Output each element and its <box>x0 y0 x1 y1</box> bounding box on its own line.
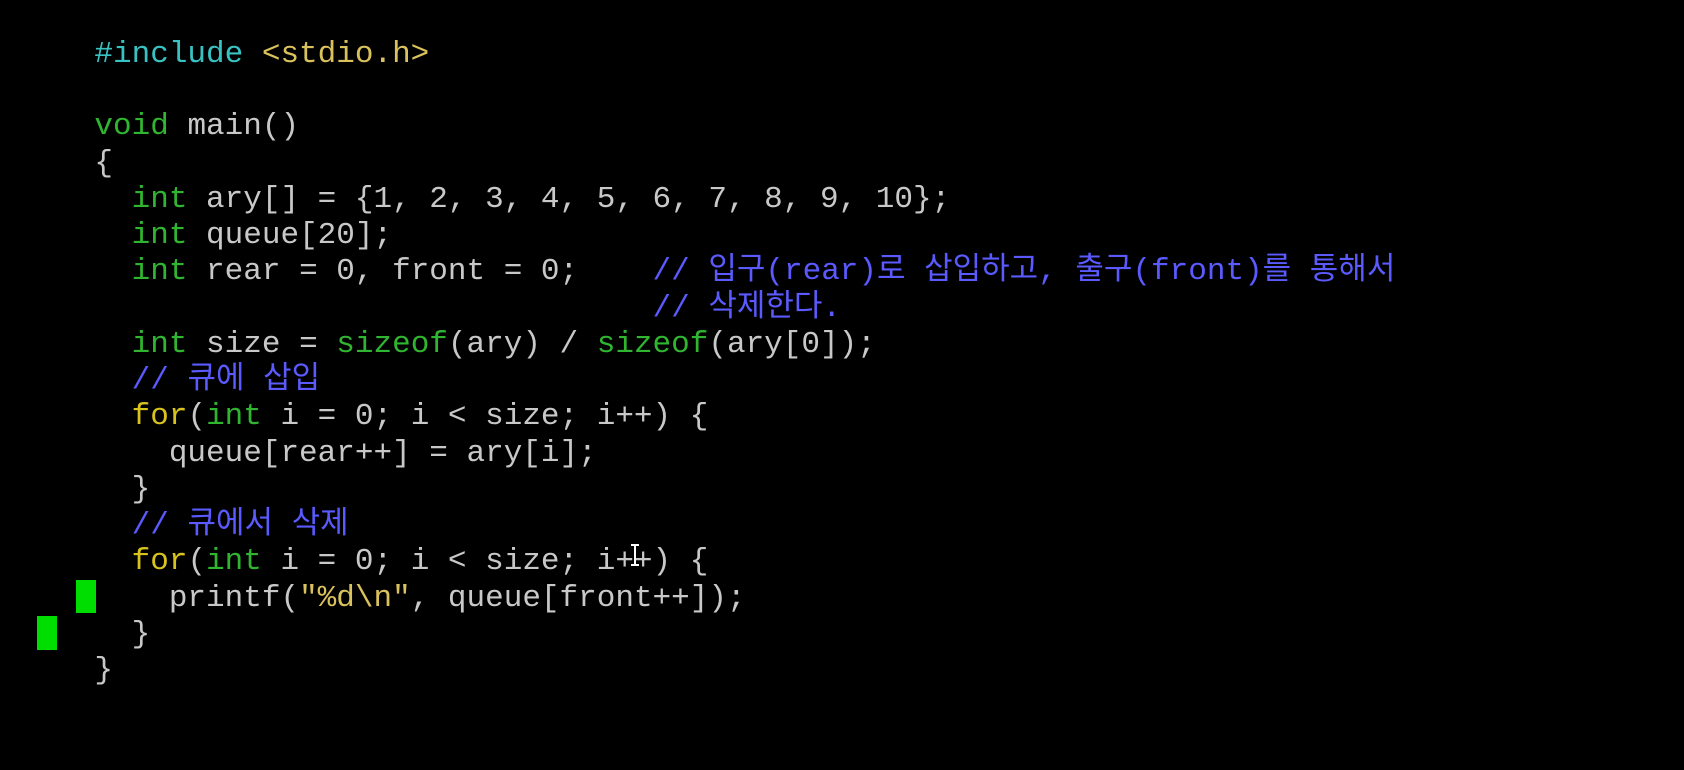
code-line-3: void main() <box>20 68 299 144</box>
code-text: main() <box>168 109 300 144</box>
code-line-10: // 큐에 삽입 <box>20 322 321 398</box>
code-text: queue[rear++] = ary[i]; <box>94 436 597 471</box>
string-quote: " <box>299 581 318 616</box>
keyword-sizeof: sizeof <box>596 327 709 362</box>
code-line-14: // 큐에서 삭제 <box>20 467 349 543</box>
code-line-12: queue[rear++] = ary[i]; <box>20 395 597 471</box>
code-text: } <box>94 653 114 688</box>
string-quote: " <box>392 581 411 616</box>
text-cursor-block <box>37 616 57 650</box>
code-line-5: int ary[] = {1, 2, 3, 4, 5, 6, 7, 8, 9, … <box>20 141 951 217</box>
code-line-7: int rear = 0, front = 0; // 입구(rear)로 삽입… <box>20 213 1396 289</box>
include-path: <stdio.h> <box>243 37 430 72</box>
mouse-ibeam-cursor-icon <box>630 544 640 566</box>
code-text: (ary[0]); <box>708 327 876 362</box>
code-line-15: for(int i = 0; i < size; i++) { <box>20 503 709 579</box>
code-line-11: for(int i = 0; i < size; i++) { <box>20 358 709 434</box>
format-string: %d\n <box>317 581 393 616</box>
code-text: (ary) / <box>447 327 597 362</box>
code-line-6: int queue[20]; <box>20 177 392 253</box>
code-line-18: } <box>20 612 113 688</box>
preprocessor-directive: #include <box>94 37 244 72</box>
text-cursor-block <box>76 580 96 613</box>
code-line-9: int size = sizeof(ary) / sizeof(ary[0]); <box>20 286 876 362</box>
code-line-1: #include <stdio.h> <box>20 0 429 72</box>
keyword-sizeof: sizeof <box>336 327 448 362</box>
code-text: , queue[front++]); <box>410 581 746 616</box>
code-line-13: } <box>20 431 151 507</box>
code-editor[interactable]: #include <stdio.h> void main() { int ary… <box>0 0 1684 770</box>
code-line-8: // 삭제한다. <box>20 250 842 326</box>
code-line-4: { <box>20 105 113 181</box>
